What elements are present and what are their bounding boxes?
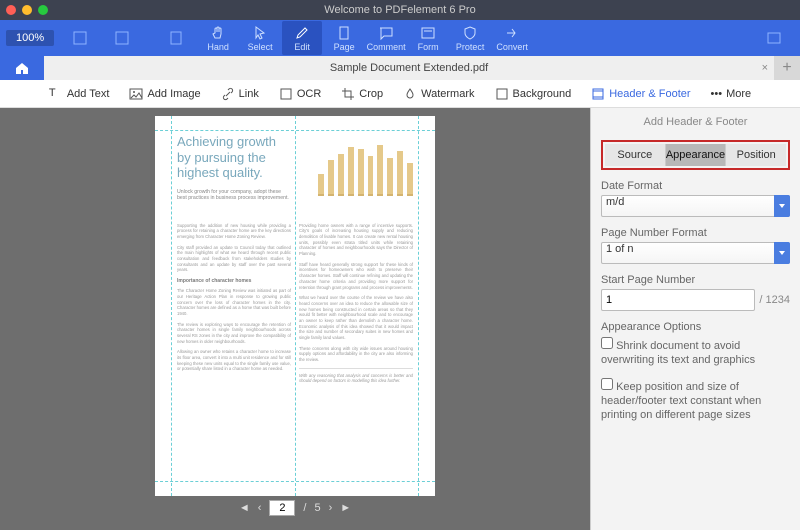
text-icon: T [49,87,63,101]
crop-button[interactable]: Crop [337,85,387,103]
shrink-checkbox[interactable] [601,337,613,349]
hand-tool-button[interactable]: Hand [198,21,238,55]
more-icon: ••• [711,88,723,100]
keep-position-checkbox[interactable] [601,378,613,390]
crop-icon [341,87,355,101]
header-footer-icon [591,87,605,101]
appearance-options-label: Appearance Options [601,321,790,333]
start-page-total: / 1234 [759,294,790,306]
page-number-format-select[interactable]: 1 of n [601,242,790,264]
page-sep: / [303,502,306,514]
window-titlebar: Welcome to PDFelement 6 Pro [0,0,800,20]
next-icon[interactable]: › [329,502,333,514]
document-tab-title: Sample Document Extended.pdf [330,62,488,74]
page-subheading: Unlock growth for your company, adopt th… [177,189,292,201]
tab-bar: Sample Document Extended.pdf × + [0,56,800,80]
date-format-select[interactable]: m/d [601,195,790,217]
more-button[interactable]: •••More [707,86,756,102]
window-title: Welcome to PDFelement 6 Pro [0,4,800,16]
page-chart [318,138,413,194]
link-button[interactable]: Link [217,85,263,103]
background-icon [495,87,509,101]
tab-source[interactable]: Source [605,144,666,166]
close-tab-icon[interactable]: × [762,62,768,74]
page-navigator: ◄ ‹ / 5 › ► [239,496,351,520]
tab-appearance[interactable]: Appearance [666,144,727,166]
comment-tool-button[interactable]: Comment [366,21,406,55]
ocr-button[interactable]: OCR [275,85,325,103]
page-number-input[interactable] [269,500,295,516]
protect-tool-button[interactable]: Protect [450,21,490,55]
start-page-label: Start Page Number [601,274,790,286]
page-tool-button[interactable]: Page [324,21,364,55]
shrink-checkbox-row[interactable]: Shrink document to avoid overwriting its… [601,336,790,368]
document-canvas: Achieving growth by pursuing the highest… [0,108,590,530]
select-tool-button[interactable]: Select [240,21,280,55]
ocr-icon [279,87,293,101]
document-page[interactable]: Achieving growth by pursuing the highest… [155,116,435,496]
image-icon [129,87,143,101]
toolbar-button[interactable] [102,21,142,55]
panel-tabs: Source Appearance Position [601,140,790,170]
header-footer-panel: Add Header & Footer Source Appearance Po… [590,108,800,530]
watermark-icon [403,87,417,101]
prev-icon[interactable]: ‹ [258,502,262,514]
form-tool-button[interactable]: Form [408,21,448,55]
new-tab-button[interactable]: + [774,59,800,77]
convert-tool-button[interactable]: Convert [492,21,532,55]
page-total: 5 [314,502,320,514]
watermark-button[interactable]: Watermark [399,85,478,103]
document-tab[interactable]: Sample Document Extended.pdf × [44,56,774,80]
tab-position[interactable]: Position [726,144,786,166]
keep-position-checkbox-row[interactable]: Keep position and size of header/footer … [601,377,790,423]
edit-tool-button[interactable]: Edit [282,21,322,55]
page-heading: Achieving growth by pursuing the highest… [177,134,287,181]
next-page-icon[interactable]: ► [340,502,351,514]
date-format-label: Date Format [601,180,790,192]
add-text-button[interactable]: TAdd Text [45,85,114,103]
header-footer-button[interactable]: Header & Footer [587,85,694,103]
page-number-format-label: Page Number Format [601,227,790,239]
start-page-input[interactable] [601,289,755,311]
home-icon [14,60,30,76]
keep-position-label: Keep position and size of header/footer … [601,381,761,422]
toolbar-right-button[interactable] [754,21,794,55]
toolbar-button[interactable] [60,21,100,55]
add-image-button[interactable]: Add Image [125,85,204,103]
link-icon [221,87,235,101]
panel-title: Add Header & Footer [601,116,790,128]
home-tab[interactable] [0,56,44,80]
prev-page-icon[interactable]: ◄ [239,502,250,514]
edit-subtoolbar: TAdd Text Add Image Link OCR Crop Waterm… [0,80,800,108]
chevron-down-icon[interactable] [774,242,790,264]
toolbar-button[interactable] [156,21,196,55]
shrink-label: Shrink document to avoid overwriting its… [601,340,755,366]
background-button[interactable]: Background [491,85,576,103]
main-toolbar: 100% Hand Select Edit Page Comment Form … [0,20,800,56]
chevron-down-icon[interactable] [774,195,790,217]
zoom-dropdown[interactable]: 100% [6,30,54,46]
